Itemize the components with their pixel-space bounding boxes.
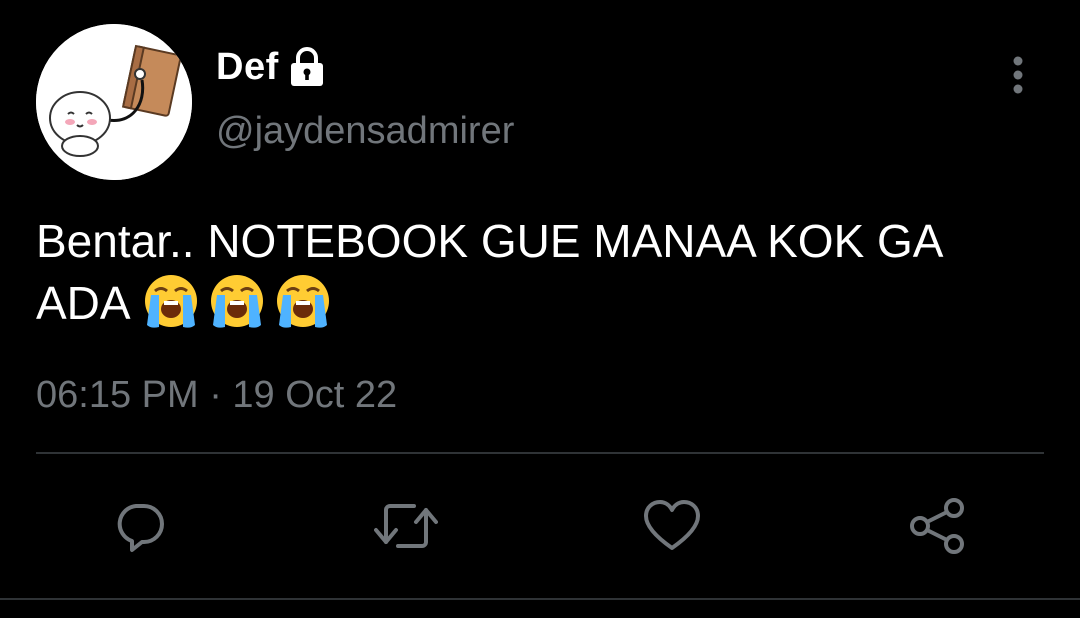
loudly-crying-face-icon bbox=[144, 274, 197, 328]
author-name-row: Def bbox=[216, 44, 327, 90]
loudly-crying-face-icon bbox=[276, 274, 329, 328]
lock-icon bbox=[287, 46, 327, 88]
tweet-timestamp[interactable]: 06:15 PM · 19 Oct 22 bbox=[36, 374, 397, 417]
action-bar bbox=[0, 494, 1080, 558]
retweet-button[interactable] bbox=[374, 494, 438, 558]
reply-icon bbox=[117, 504, 164, 552]
heart-icon bbox=[644, 500, 700, 550]
bottom-divider bbox=[0, 598, 1080, 600]
retweet-icon bbox=[374, 504, 438, 548]
loudly-crying-face-icon bbox=[210, 274, 263, 328]
author-handle[interactable]: @jaydensadmirer bbox=[216, 110, 514, 153]
avatar[interactable] bbox=[36, 24, 192, 180]
more-options-button[interactable] bbox=[996, 52, 1040, 98]
avatar-image bbox=[36, 24, 192, 180]
more-vertical-icon bbox=[1013, 56, 1023, 94]
tweet-text: Bentar.. NOTEBOOK GUE MANAA KOK GA ADA bbox=[36, 210, 1036, 337]
share-button[interactable] bbox=[906, 494, 970, 558]
reply-button[interactable] bbox=[108, 494, 172, 558]
tweet-detail: Def @jaydensadmirer Bentar.. NOTEBOOK GU… bbox=[0, 0, 1080, 618]
share-icon bbox=[910, 498, 964, 554]
display-name[interactable]: Def bbox=[216, 46, 279, 89]
like-button[interactable] bbox=[640, 494, 704, 558]
divider bbox=[36, 452, 1044, 454]
emoji-group bbox=[141, 271, 339, 331]
